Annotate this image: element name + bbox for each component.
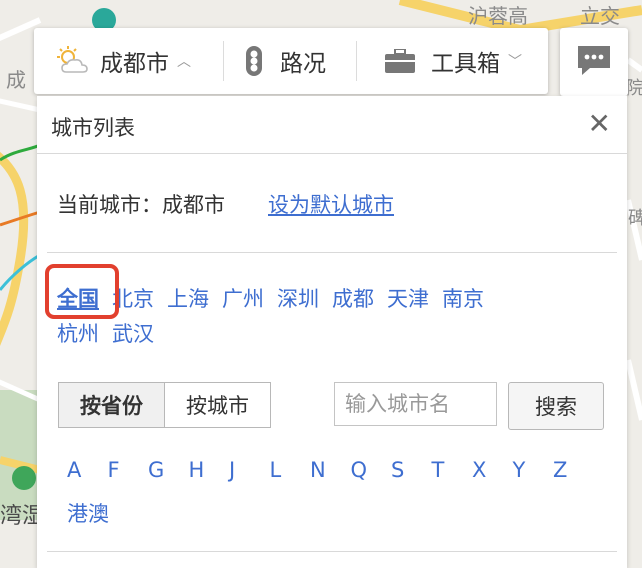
map-label: 沪蓉高 — [468, 4, 528, 28]
city-link[interactable]: 广州 — [222, 287, 264, 311]
letter-link[interactable]: T — [432, 458, 473, 482]
letter-link[interactable]: Y — [513, 458, 554, 482]
letter-link[interactable]: N — [310, 458, 351, 482]
letter-link[interactable]: S — [391, 458, 432, 482]
letter-link[interactable]: Q — [351, 458, 392, 482]
panel-title: 城市列表 — [51, 116, 135, 140]
divider — [37, 153, 627, 154]
chevron-up-icon: ︿ — [177, 54, 191, 70]
city-link[interactable]: 成都 — [332, 287, 374, 311]
letter-link[interactable]: A — [67, 458, 108, 482]
hot-cities: 全国 北京 上海 广州 深圳 成都 天津 南京 杭州 武汉 — [57, 282, 597, 352]
toolbox-label: 工具箱 — [431, 51, 500, 77]
map-label: 院 — [626, 78, 642, 99]
letter-link[interactable]: F — [108, 458, 149, 482]
letter-link[interactable]: L — [270, 458, 311, 482]
weather-partly-cloudy-icon — [56, 46, 90, 76]
set-default-city-link[interactable]: 设为默认城市 — [268, 189, 394, 219]
tab-by-province[interactable]: 按省份 — [58, 382, 165, 428]
current-city: 当前城市：成都市 — [57, 193, 225, 217]
traffic-label: 路况 — [280, 51, 326, 77]
letter-link[interactable]: J — [229, 458, 270, 482]
city-link[interactable]: 深圳 — [277, 287, 319, 311]
city-selector[interactable]: 成都市 ︿ — [34, 28, 223, 94]
city-link[interactable]: 南京 — [442, 287, 484, 311]
divider — [47, 252, 617, 253]
map-label: 碑 — [628, 208, 642, 229]
traffic-light-icon — [246, 46, 262, 76]
map-label: 成 — [6, 68, 26, 92]
search-button[interactable]: 搜索 — [508, 382, 604, 430]
toolbox-icon — [385, 48, 415, 73]
letter-link[interactable]: X — [472, 458, 513, 482]
letter-link[interactable]: G — [148, 458, 189, 482]
toolbox-button[interactable]: 工具箱 ﹀ — [357, 28, 547, 94]
city-link[interactable]: 杭州 — [57, 322, 99, 346]
map-toolbar: 成都市 ︿ 路况 工具箱 ﹀ — [34, 28, 548, 94]
chevron-down-icon: ﹀ — [508, 54, 522, 70]
message-button[interactable] — [560, 28, 628, 96]
city-link[interactable]: 武汉 — [112, 322, 154, 346]
letter-index: A F G H J L N Q S T X Y Z — [67, 458, 594, 482]
close-icon[interactable]: ✕ — [588, 110, 611, 138]
hk-macau-link[interactable]: 港澳 — [67, 498, 109, 528]
traffic-button[interactable]: 路况 — [224, 28, 356, 94]
letter-link[interactable]: H — [189, 458, 230, 482]
city-name: 成都市 — [100, 51, 169, 77]
city-link[interactable]: 上海 — [167, 287, 209, 311]
city-link[interactable]: 天津 — [387, 287, 429, 311]
city-list-panel: 城市列表 ✕ 当前城市：成都市 设为默认城市 全国 北京 上海 广州 深圳 成都 天津 南京杭… — [37, 96, 627, 568]
city-search-input[interactable] — [334, 382, 497, 426]
highlight-box — [45, 264, 119, 319]
tab-by-city[interactable]: 按城市 — [164, 382, 271, 428]
letter-link[interactable]: Z — [553, 458, 594, 482]
map-label: 立交 — [580, 4, 620, 28]
divider — [47, 551, 617, 552]
chat-bubble-icon — [576, 44, 612, 80]
